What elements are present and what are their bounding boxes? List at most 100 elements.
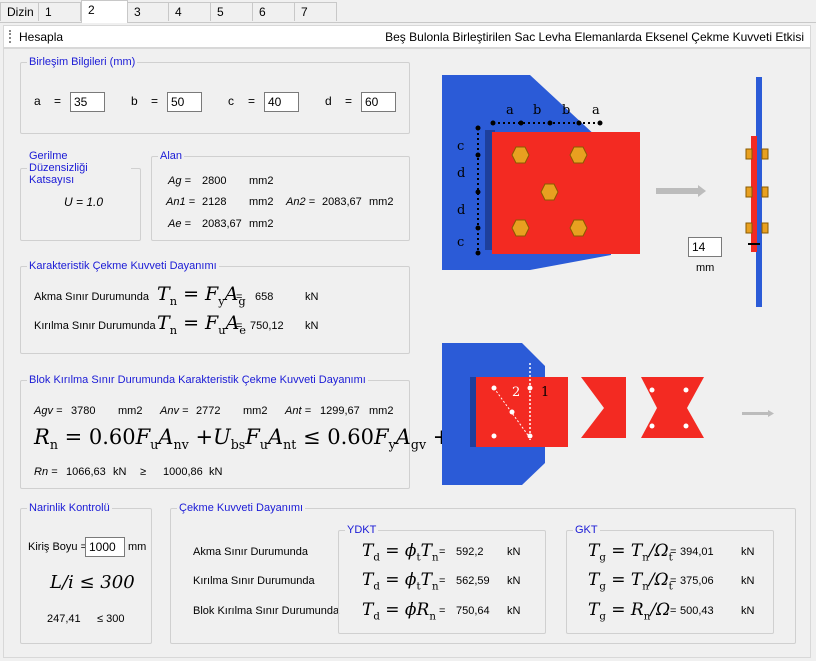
an1-label: An1 = (166, 196, 196, 208)
group-title: Karakteristik Çekme Kuvveti Dayanımı (29, 260, 217, 272)
group-title: Alan (160, 150, 183, 162)
u-value: U = 1.0 (64, 195, 104, 209)
agv-label: Agv = (34, 405, 63, 417)
tab-3[interactable]: 3 (127, 2, 169, 21)
gkt-yield-value: 394,01 (680, 546, 714, 558)
block-plate (476, 377, 568, 447)
length-input[interactable]: 1000 (85, 537, 125, 557)
slenderness-limit: ≤ 300 (97, 613, 125, 625)
group-title: GKT (575, 524, 598, 536)
failure-piece-left (581, 377, 626, 438)
group-title: Birleşim Bilgileri (mm) (29, 56, 136, 68)
group-title: Çekme Kuvveti Dayanımı (179, 502, 304, 514)
thickness-unit: mm (696, 262, 715, 274)
gkt-yield-formula: Tg = Tn/Ωt (588, 541, 673, 564)
ae-unit: mm2 (249, 218, 274, 230)
ant-value: 1299,67 (320, 405, 360, 417)
ydkt-yield-unit: kN (507, 546, 521, 558)
dim-d-label: d (457, 203, 465, 218)
tab-4[interactable]: 4 (168, 2, 211, 21)
anv-label: Anv = (160, 405, 189, 417)
an1-value: 2128 (202, 196, 227, 208)
ae-value: 2083,67 (202, 218, 242, 230)
yield-unit: kN (305, 291, 319, 303)
group-title: YDKT (347, 524, 377, 536)
tab-strip: Dizin 1 2 3 4 5 6 7 (0, 0, 816, 23)
b-label: b (131, 94, 138, 108)
load-arrow-small (742, 412, 768, 415)
gkt-yield-unit: kN (741, 546, 755, 558)
slenderness-formula: L/i ≤ 300 (50, 572, 135, 593)
rupture-value: 750,12 (250, 320, 284, 332)
tab-5[interactable]: 5 (210, 2, 253, 21)
agv-unit: mm2 (118, 405, 143, 417)
path-2-label: 2 (512, 385, 520, 400)
gkt-block-unit: kN (741, 605, 755, 617)
tab-7[interactable]: 7 (294, 2, 337, 21)
failure-piece-right (641, 377, 704, 438)
tab-6[interactable]: 6 (252, 2, 295, 21)
rn-limit-unit: kN (209, 466, 223, 478)
eq-label: = (345, 94, 353, 108)
ydkt-yield-formula: Td = ϕtTn (362, 541, 439, 564)
tab-2[interactable]: 2 (81, 0, 128, 23)
ydkt-yield-value: 592,2 (456, 546, 484, 558)
thickness-input[interactable]: 14 (688, 237, 722, 257)
tab-1[interactable]: 1 (38, 2, 81, 21)
d-input[interactable]: 60 (361, 92, 396, 112)
toolbar: Hesapla Beş Bulonla Birleştirilen Sac Le… (3, 25, 811, 48)
b-input[interactable]: 50 (167, 92, 202, 112)
d-label: d (325, 94, 332, 108)
a-input[interactable]: 35 (70, 92, 105, 112)
rn-unit: kN (113, 466, 127, 478)
an1-unit: mm2 (249, 196, 274, 208)
ydkt-rupture-unit: kN (507, 575, 521, 587)
ge-symbol: ≥ (140, 466, 147, 478)
anv-unit: mm2 (243, 405, 268, 417)
ydkt-block-value: 750,64 (456, 605, 490, 617)
an2-label: An2 = (286, 196, 316, 208)
rn-label: Rn = (34, 466, 58, 478)
yield-formula: Tn = FyAg (157, 283, 246, 308)
dim-a-label: a (506, 103, 514, 118)
dim-c-label: c (457, 139, 464, 154)
eq-label: = (151, 94, 159, 108)
load-arrow (656, 188, 698, 194)
ant-unit: mm2 (369, 405, 394, 417)
design-block-label: Blok Kırılma Sınır Durumunda (193, 605, 340, 617)
grip-icon (9, 30, 13, 43)
c-label: c (228, 94, 234, 108)
a-label: a (34, 94, 41, 108)
design-rupture-label: Kırılma Sınır Durumunda (193, 575, 315, 587)
rupture-unit: kN (305, 320, 319, 332)
anv-value: 2772 (196, 405, 221, 417)
yield-value: 658 (255, 291, 274, 303)
dim-c-label: c (457, 235, 464, 250)
dim-b-label: b (533, 103, 541, 118)
length-label: Kiriş Boyu = (28, 541, 87, 553)
rupture-label: Kırılma Sınır Durumunda (34, 320, 156, 332)
path-1-label: 1 (541, 385, 549, 400)
eq-label: = (54, 94, 62, 108)
design-yield-label: Akma Sınır Durumunda (193, 546, 308, 558)
connection-drawing: a b b a c d d c 2 1 (442, 75, 774, 485)
ag-label: Ag = (168, 175, 191, 187)
an2-unit: mm2 (369, 196, 394, 208)
c-input[interactable]: 40 (264, 92, 299, 112)
ydkt-rupture-value: 562,59 (456, 575, 490, 587)
an2-value: 2083,67 (322, 196, 362, 208)
ydkt-rupture-formula: Td = ϕtTn (362, 570, 439, 593)
rn-limit-value: 1000,86 (163, 466, 203, 478)
ag-value: 2800 (202, 175, 227, 187)
length-unit: mm (128, 541, 147, 553)
dim-d-label: d (457, 166, 465, 181)
eq-label: = (248, 94, 256, 108)
page-title: Beş Bulonla Birleştirilen Sac Levha Elem… (385, 30, 804, 44)
tab-dizin[interactable]: Dizin (0, 2, 39, 21)
gkt-block-formula: Tg = Rn/Ω (588, 600, 671, 623)
calculate-button[interactable]: Hesapla (19, 30, 63, 44)
gkt-rupture-value: 375,06 (680, 575, 714, 587)
yield-label: Akma Sınır Durumunda (34, 291, 149, 303)
slenderness-value: 247,41 (47, 613, 81, 625)
rupture-formula: Tn = FuAe (157, 312, 247, 337)
